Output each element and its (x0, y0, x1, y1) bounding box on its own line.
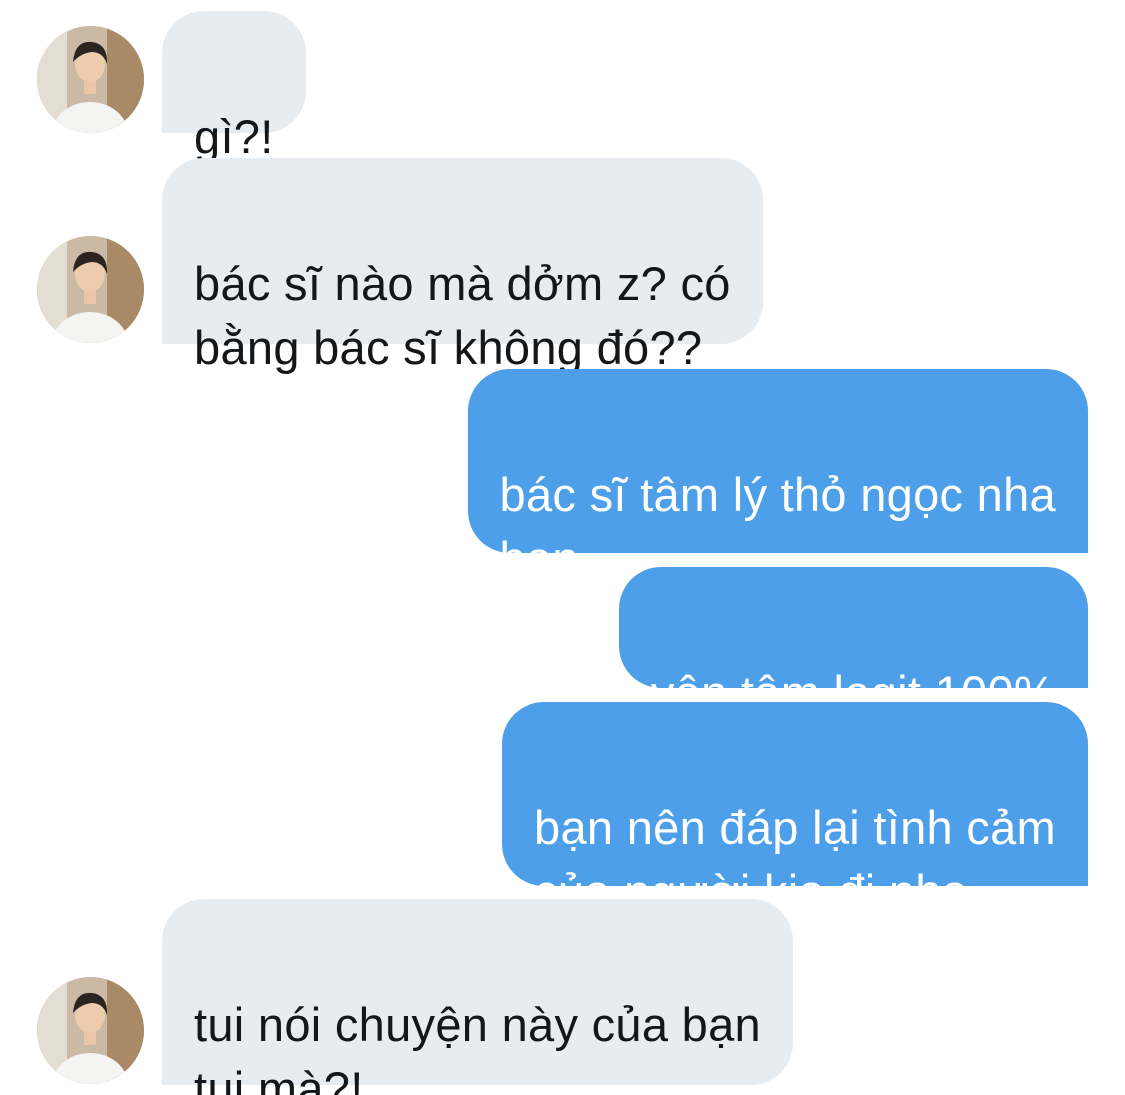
user-photo-icon (37, 236, 144, 343)
message-text: tui nói chuyện này của bạn tui mà?! (194, 998, 761, 1095)
message-bubble-outgoing[interactable]: yên tâm legit 100% (618, 567, 1088, 719)
message-bubble-incoming[interactable]: tui nói chuyện này của bạn tui mà?! (162, 899, 793, 1095)
user-photo-icon (37, 977, 144, 1084)
avatar[interactable] (37, 236, 144, 343)
dm-conversation: gì?! bác sĩ nào mà dởm z? có bằng bác sĩ… (0, 0, 1125, 1095)
message-bubble-incoming[interactable]: gì?! (162, 11, 306, 163)
avatar[interactable] (37, 26, 144, 133)
message-text: gì?! (194, 110, 274, 163)
message-bubble-outgoing[interactable]: bạn nên đáp lại tình cảm của người kia đ… (502, 702, 1088, 918)
user-photo-icon (37, 26, 144, 133)
message-text: bác sĩ nào mà dởm z? có bằng bác sĩ khôn… (194, 257, 731, 374)
message-bubble-outgoing[interactable]: bác sĩ tâm lý thỏ ngọc nha bạn (467, 369, 1088, 585)
message-bubble-incoming[interactable]: bác sĩ nào mà dởm z? có bằng bác sĩ khôn… (162, 158, 763, 374)
avatar[interactable] (37, 977, 144, 1084)
